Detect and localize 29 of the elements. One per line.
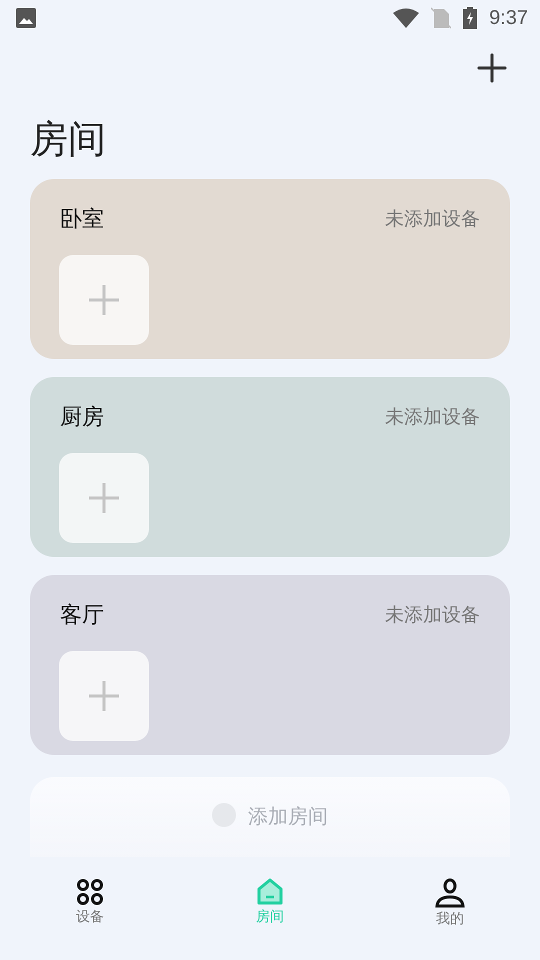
add-room-label: 添加房间 (248, 803, 328, 830)
nav-tab[interactable]: 设备 (0, 862, 180, 960)
status-time: 9:37 (489, 6, 528, 30)
page-title: 房间 (30, 116, 107, 163)
no-sim-icon (431, 7, 452, 29)
battery-icon (463, 7, 478, 29)
image-icon (16, 8, 36, 28)
add-device-button[interactable] (59, 255, 149, 345)
wifi-icon (393, 8, 420, 28)
room-status: 未添加设备 (385, 603, 480, 628)
add-room-card[interactable]: 添加房间 (30, 777, 510, 857)
grid-icon (76, 878, 104, 906)
room-name: 客厅 (60, 602, 104, 630)
plus-icon (88, 680, 120, 712)
add-device-button[interactable] (59, 453, 149, 543)
room-card[interactable]: 卧室 未添加设备 (30, 179, 510, 359)
home-icon (256, 878, 284, 906)
room-status: 未添加设备 (385, 207, 480, 232)
user-icon (435, 878, 465, 908)
room-name: 卧室 (60, 206, 104, 234)
plus-icon (88, 482, 120, 514)
add-button[interactable] (476, 52, 508, 84)
room-name: 厨房 (60, 404, 104, 432)
add-device-button[interactable] (59, 651, 149, 741)
room-card[interactable]: 厨房 未添加设备 (30, 377, 510, 557)
nav-tab[interactable]: 我的 (360, 862, 540, 960)
room-card[interactable]: 客厅 未添加设备 (30, 575, 510, 755)
plus-icon (88, 284, 120, 316)
room-status: 未添加设备 (385, 405, 480, 430)
